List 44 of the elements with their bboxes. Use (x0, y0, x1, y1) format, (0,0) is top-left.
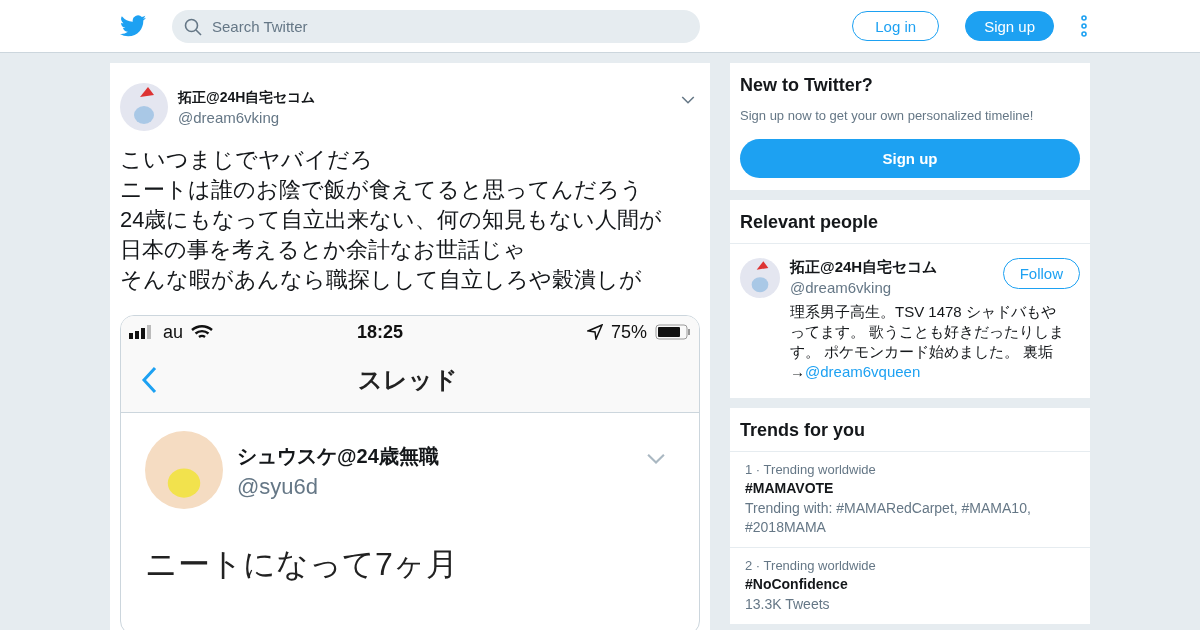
trend-name[interactable]: #MAMAVOTE (745, 480, 1075, 496)
tweet-text-line: 24歳にもなって自立出来ない、何の知見もない人間が (120, 206, 664, 234)
wifi-icon (191, 324, 214, 340)
person-handle[interactable]: @dream6vking (790, 279, 993, 296)
bio-link[interactable]: @dream6vqueen (805, 363, 921, 380)
battery-percent: 75% (610, 321, 647, 343)
trend-context: 1 · Trending worldwide (745, 462, 877, 477)
card-title: New to Twitter? (740, 75, 874, 96)
chevron-down-icon[interactable] (645, 451, 667, 465)
avatar-icon (145, 431, 223, 509)
bird-logo-icon[interactable] (120, 15, 146, 37)
trend-meta: Trending with: #MAMARedCarpet, #MAMA10, #2018MAMA (745, 499, 1032, 537)
avatar-icon (740, 258, 780, 298)
tweet-text: ニートになって7ヶ月 (145, 545, 459, 584)
search-field[interactable]: Search Twitter (172, 9, 700, 43)
author-handle: @syu6d (237, 474, 320, 500)
login-button[interactable]: Log in (852, 11, 940, 41)
carrier-label: au (163, 321, 184, 343)
tweet-text-line: 日本の事を考えるとか余計なお世話じゃ (120, 236, 527, 264)
signup-button[interactable]: Sign up (965, 11, 1054, 41)
chevron-down-icon[interactable] (680, 95, 696, 105)
battery-icon (655, 324, 691, 340)
trend-meta: 13.3K Tweets (745, 595, 831, 614)
author-name[interactable]: 拓正@24H自宅セコム (178, 89, 670, 107)
location-arrow-icon (586, 324, 603, 340)
card-subtitle: Sign up now to get your own personalized timeline! (740, 108, 1035, 123)
person-name[interactable]: 拓正@24H自宅セコム (790, 258, 993, 277)
tweet-text-line: こいつまじでヤバイだろ (120, 146, 374, 174)
avatar-icon (120, 83, 168, 131)
card-title: Trends for you (739, 419, 866, 442)
follow-button[interactable]: Follow (1002, 258, 1080, 289)
author-handle[interactable]: @dream6vking (178, 109, 670, 126)
screen-title: スレッド (357, 365, 459, 395)
trend-name[interactable]: #NoConfidence (745, 576, 1075, 592)
clock-time: 18:25 (355, 321, 404, 343)
search-icon (184, 17, 202, 36)
tweet-text-line: ニートは誰のお陰で飯が食えてると思ってんだろう (120, 176, 644, 204)
tweet-text-line: そんな暇があんなら職探しして自立しろや穀潰しが (120, 266, 643, 294)
signup-button[interactable]: Sign up (740, 139, 1080, 178)
person-bio: 理系男子高生。TSV 1478 シャドバもやってます。 歌うことも好きだったりします。 ポケモンカード始めました。 裏垢→@dream6vqueen (790, 302, 1066, 382)
card-title: Relevant people (730, 200, 1090, 244)
author-name: シュウスケ@24歳無職 (237, 444, 440, 469)
trend-context: 2 · Trending worldwide (745, 558, 877, 573)
more-icon[interactable] (1080, 15, 1088, 37)
